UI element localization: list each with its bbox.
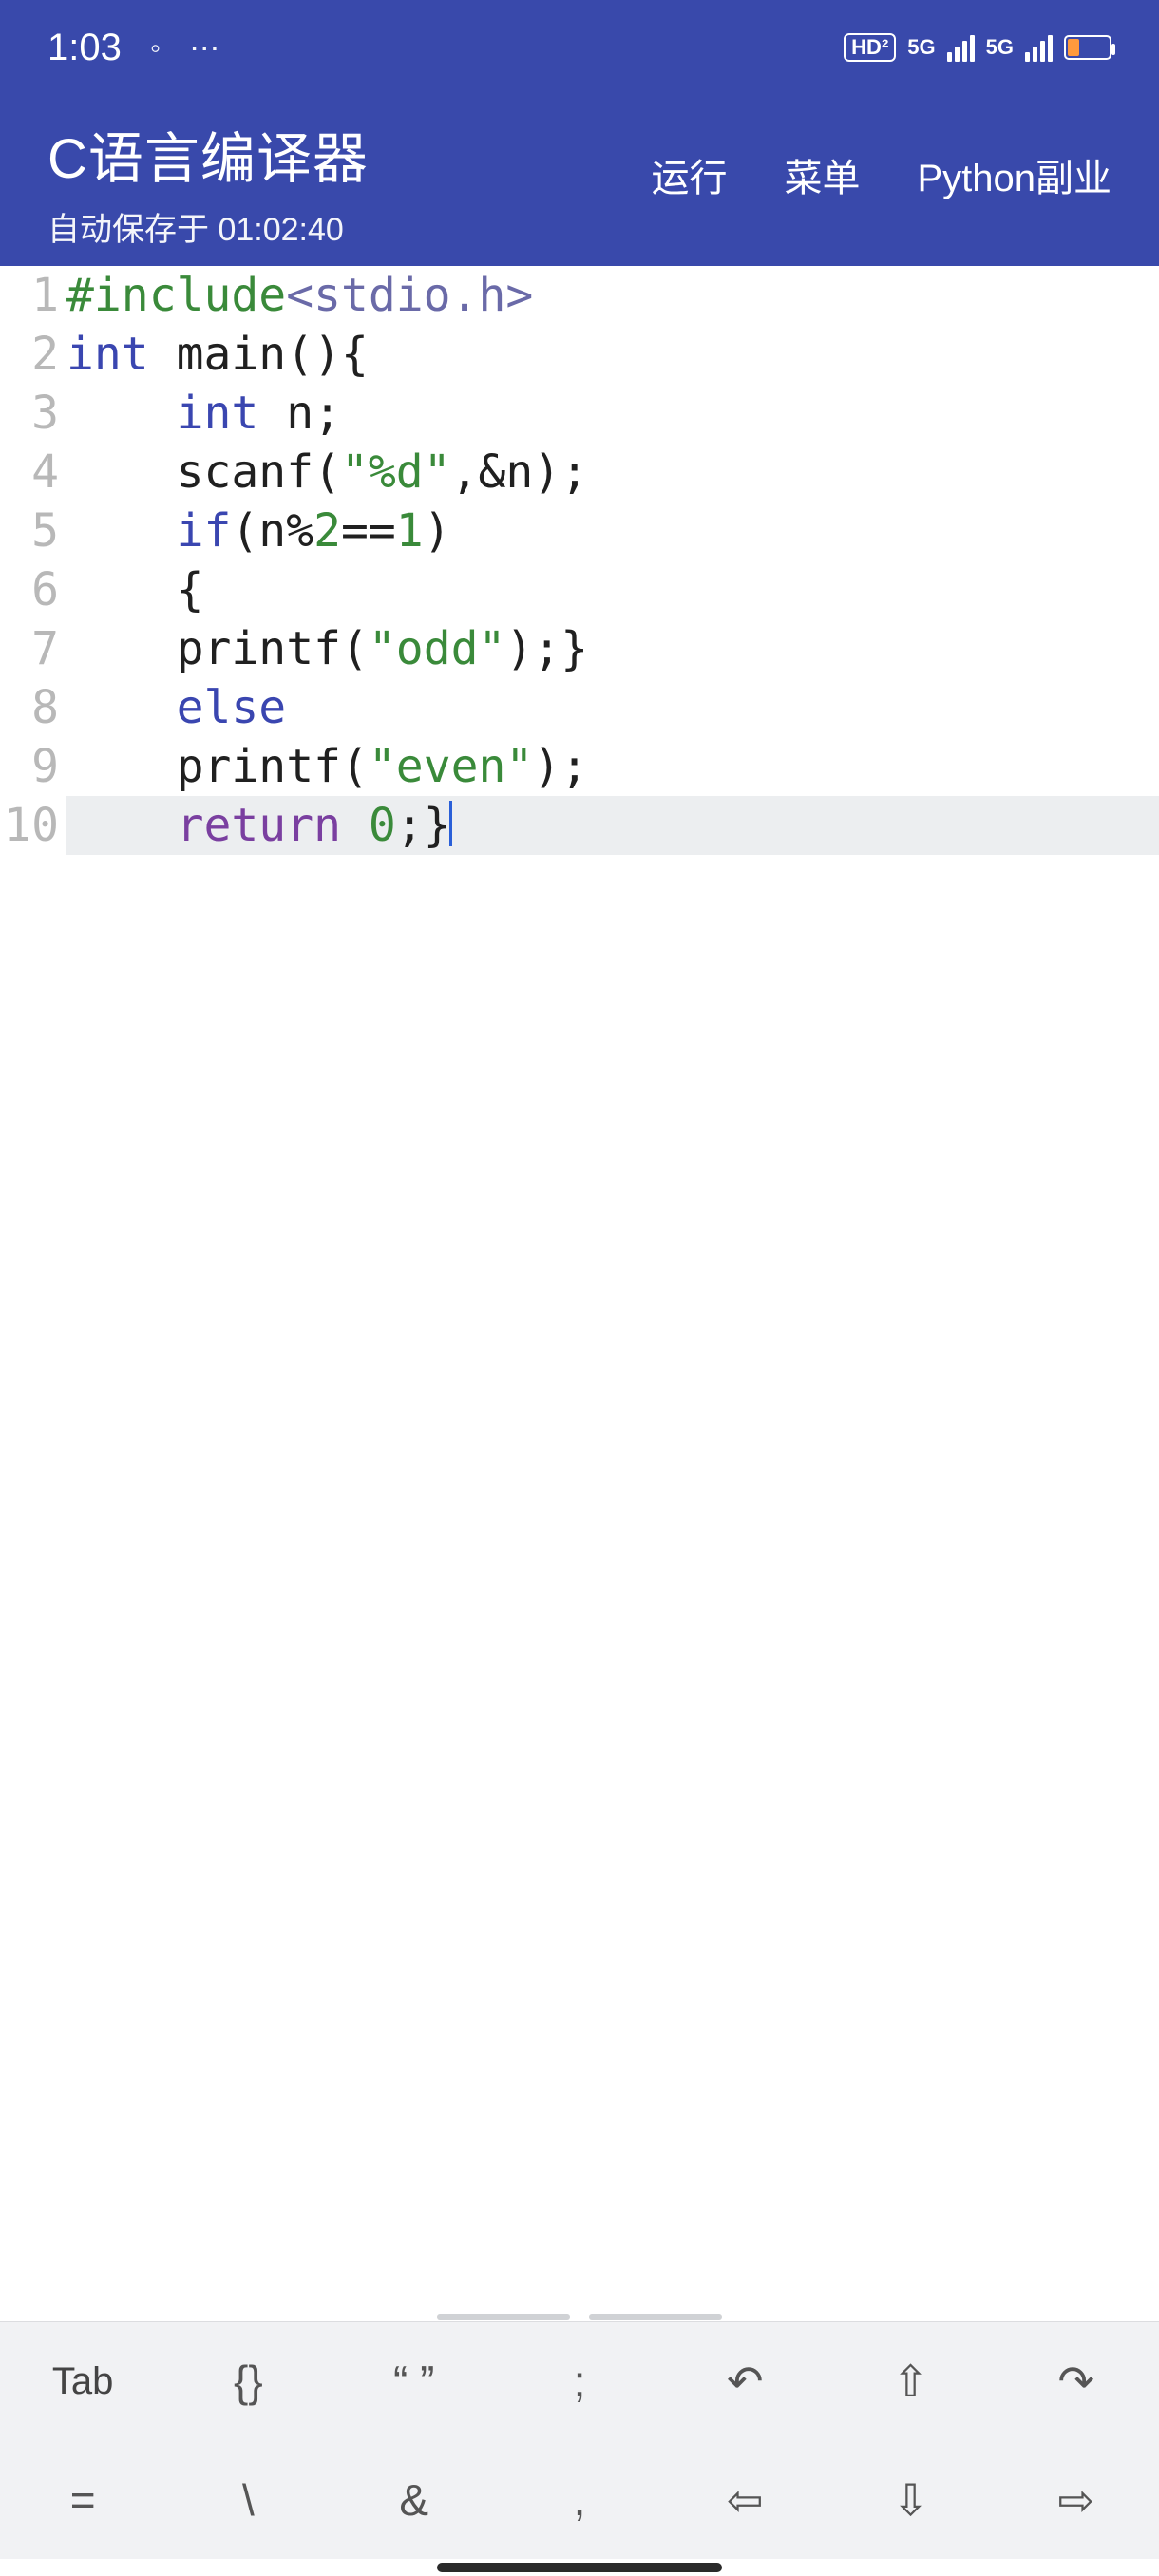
text-cursor	[449, 801, 452, 846]
code-line[interactable]: printf("even");	[66, 737, 1159, 796]
code-line[interactable]: {	[66, 560, 1159, 619]
toolbar-row1-key-6[interactable]: ↷	[994, 2322, 1159, 2441]
symbol-toolbar: Tab{}“ ”;↶⇧↷ =\&,⇦⇩⇨	[0, 2321, 1159, 2559]
toolbar-row2-key-5[interactable]: ⇩	[827, 2441, 993, 2560]
code-line[interactable]: printf("odd");}	[66, 619, 1159, 678]
status-bar: 1:03 ◦ ⋯ HD² 5G 5G	[0, 0, 1159, 95]
line-number: 8	[0, 678, 59, 737]
line-number: 4	[0, 443, 59, 502]
line-number: 9	[0, 737, 59, 796]
signal-2-icon	[1025, 33, 1053, 62]
run-button[interactable]: 运行	[651, 147, 727, 202]
app-title: C语言编译器	[48, 114, 369, 194]
line-number: 3	[0, 384, 59, 443]
toolbar-row2-key-3[interactable]: ,	[497, 2441, 662, 2560]
record-icon: ◦	[150, 30, 161, 66]
menu-button[interactable]: 菜单	[784, 147, 860, 202]
scroll-hint	[0, 2314, 1159, 2320]
hd-badge-icon: HD²	[844, 33, 896, 62]
line-number: 5	[0, 502, 59, 560]
code-line[interactable]: int n;	[66, 384, 1159, 443]
code-editor[interactable]: 12345678910 #include<stdio.h>int main(){…	[0, 266, 1159, 2321]
toolbar-row2-key-1[interactable]: \	[165, 2441, 331, 2560]
toolbar-row1-key-2[interactable]: “ ”	[332, 2322, 497, 2441]
autosave-label: 自动保存于 01:02:40	[48, 203, 369, 250]
toolbar-row2-key-6[interactable]: ⇨	[994, 2441, 1159, 2560]
clock: 1:03	[48, 27, 122, 69]
toolbar-row1-key-1[interactable]: {}	[165, 2322, 331, 2441]
line-number: 10	[0, 796, 59, 855]
toolbar-row2-key-4[interactable]: ⇦	[662, 2441, 827, 2560]
line-number-gutter: 12345678910	[0, 266, 66, 855]
code-line[interactable]: if(n%2==1)	[66, 502, 1159, 560]
app-header: C语言编译器 自动保存于 01:02:40 运行 菜单 Python副业	[0, 95, 1159, 266]
toolbar-row1-key-3[interactable]: ;	[497, 2322, 662, 2441]
battery-icon	[1064, 35, 1112, 60]
code-line[interactable]: int main(){	[66, 325, 1159, 384]
signal-1-icon	[947, 33, 975, 62]
toolbar-row1-key-5[interactable]: ⇧	[827, 2322, 993, 2441]
line-number: 6	[0, 560, 59, 619]
line-number: 1	[0, 266, 59, 325]
code-line[interactable]: else	[66, 678, 1159, 737]
line-number: 2	[0, 325, 59, 384]
signal-1-label: 5G	[907, 35, 935, 60]
toolbar-row2-key-0[interactable]: =	[0, 2441, 165, 2560]
home-indicator[interactable]	[0, 2559, 1159, 2576]
code-line[interactable]: scanf("%d",&n);	[66, 443, 1159, 502]
toolbar-row1-key-4[interactable]: ↶	[662, 2322, 827, 2441]
toolbar-row1-key-0[interactable]: Tab	[0, 2322, 165, 2441]
toolbar-row2-key-2[interactable]: &	[332, 2441, 497, 2560]
line-number: 7	[0, 619, 59, 678]
code-content[interactable]: #include<stdio.h>int main(){ int n; scan…	[66, 266, 1159, 855]
code-line[interactable]: #include<stdio.h>	[66, 266, 1159, 325]
python-side-button[interactable]: Python副业	[917, 147, 1112, 202]
more-icon: ⋯	[189, 29, 219, 66]
code-line[interactable]: return 0;}	[66, 796, 1159, 855]
signal-2-label: 5G	[986, 35, 1014, 60]
